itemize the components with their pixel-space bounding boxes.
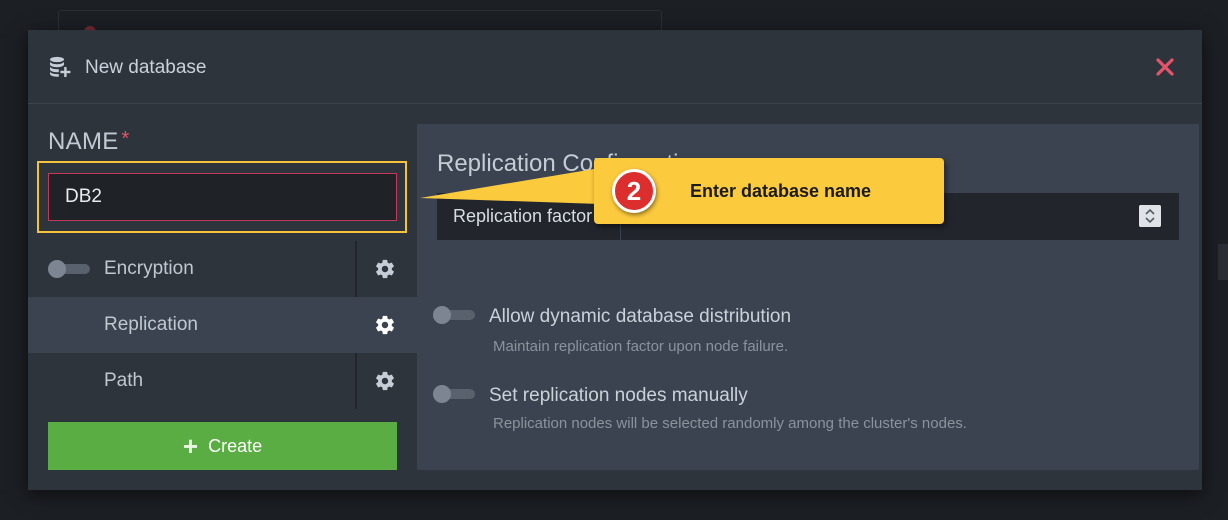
gear-icon[interactable] <box>374 370 396 392</box>
sidebar-item-label: Encryption <box>104 258 194 279</box>
plus-icon: + <box>182 431 199 461</box>
gear-icon[interactable] <box>374 314 396 336</box>
sidebar-divider <box>355 353 357 409</box>
gear-icon[interactable] <box>374 258 396 280</box>
create-button-label: Create <box>208 435 263 456</box>
callout-text: Enter database name <box>690 181 872 201</box>
encryption-toggle[interactable] <box>48 260 90 278</box>
create-button[interactable]: + Create <box>48 422 397 470</box>
sidebar-item-replication[interactable]: Replication <box>28 297 417 353</box>
background-panel-edge <box>1218 244 1228 280</box>
callout-pointer <box>420 168 600 204</box>
dynamic-distribution-toggle[interactable] <box>433 306 475 324</box>
dynamic-distribution-label: Allow dynamic database distribution <box>489 306 792 327</box>
name-label: NAME * <box>48 128 130 156</box>
sidebar-item-label: Path <box>104 370 144 391</box>
modal-title: New database <box>85 57 207 78</box>
manual-nodes-toggle[interactable] <box>433 385 475 403</box>
sidebar-item-encryption[interactable]: Encryption <box>28 241 417 297</box>
sidebar-item-label: Replication <box>104 314 198 335</box>
modal-header: New database <box>28 30 1202 104</box>
background-window-edge <box>58 10 662 30</box>
close-icon <box>1156 58 1174 76</box>
replication-factor-stepper[interactable] <box>1139 205 1161 227</box>
new-database-modal: New database NAME* Encryption Replicatio… <box>28 30 1202 490</box>
sidebar-divider <box>355 241 357 297</box>
required-mark: * <box>121 128 130 150</box>
database-name-input[interactable] <box>48 173 397 221</box>
close-button[interactable] <box>1150 52 1180 82</box>
callout-tooltip: 2 Enter database name <box>594 158 944 224</box>
sidebar-item-path[interactable]: Path <box>28 353 417 409</box>
dynamic-distribution-description: Maintain replication factor upon node fa… <box>493 338 789 355</box>
manual-nodes-description: Replication nodes will be selected rando… <box>493 415 967 432</box>
name-label-text: NAME <box>48 128 119 155</box>
callout-step-badge: 2 <box>612 169 656 213</box>
database-add-icon <box>50 56 71 77</box>
manual-nodes-label: Set replication nodes manually <box>489 385 748 406</box>
